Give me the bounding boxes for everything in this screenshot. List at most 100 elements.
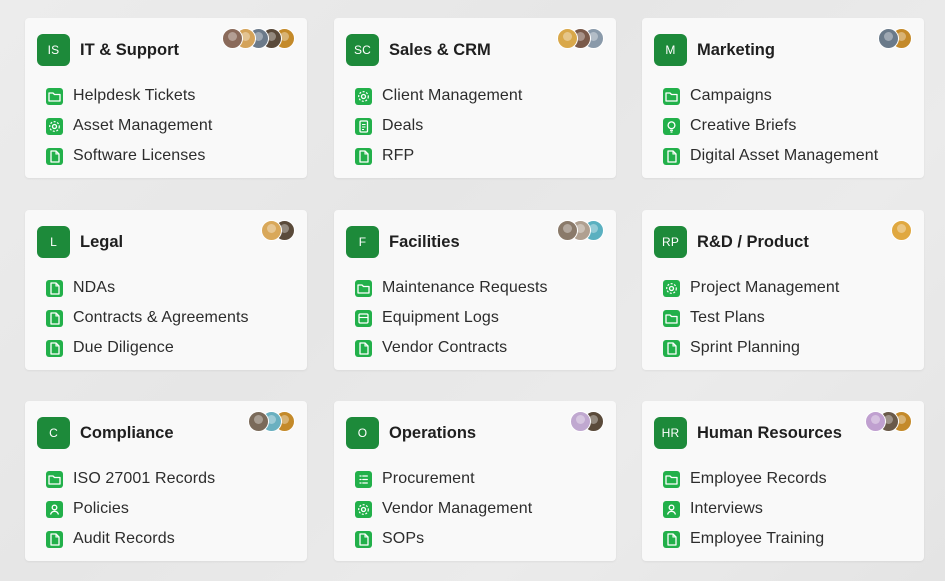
file-icon bbox=[46, 147, 63, 165]
list-icon bbox=[355, 470, 372, 488]
workspace-item-label: Maintenance Requests bbox=[382, 279, 548, 296]
workspace-item[interactable]: Contracts & Agreements bbox=[46, 303, 249, 333]
workspace-item[interactable]: Software Licenses bbox=[46, 141, 212, 171]
workspace-item-list: ISO 27001 Records Policies Audit Records bbox=[46, 464, 215, 554]
card-header: HR Human Resources bbox=[654, 417, 842, 449]
folder-icon bbox=[46, 87, 63, 105]
workspace-item[interactable]: Vendor Management bbox=[355, 494, 532, 524]
workspace-badge: O bbox=[346, 417, 379, 449]
workspace-card[interactable]: IS IT & Support Helpdesk Tickets Asset Mana… bbox=[25, 18, 307, 178]
card-header: M Marketing bbox=[654, 34, 775, 66]
workspace-item[interactable]: Vendor Contracts bbox=[355, 333, 548, 363]
avatar bbox=[248, 411, 269, 432]
workspace-item-label: Due Diligence bbox=[73, 339, 174, 356]
workspace-item[interactable]: Client Management bbox=[355, 81, 522, 111]
workspace-item[interactable]: Sprint Planning bbox=[663, 333, 839, 363]
log-icon bbox=[355, 309, 372, 327]
member-avatars[interactable] bbox=[248, 411, 295, 432]
gear-icon bbox=[355, 87, 372, 105]
workspace-title[interactable]: Operations bbox=[389, 424, 476, 443]
workspace-title[interactable]: Facilities bbox=[389, 233, 460, 252]
workspace-item[interactable]: Deals bbox=[355, 111, 522, 141]
file-icon bbox=[355, 147, 372, 165]
card-header: C Compliance bbox=[37, 417, 174, 449]
workspace-item-label: Procurement bbox=[382, 470, 475, 487]
file-icon bbox=[663, 530, 680, 548]
workspace-badge: RP bbox=[654, 226, 687, 258]
member-avatars[interactable] bbox=[557, 220, 604, 241]
workspace-item[interactable]: Procurement bbox=[355, 464, 532, 494]
member-avatars[interactable] bbox=[570, 411, 604, 432]
workspace-item[interactable]: Digital Asset Management bbox=[663, 141, 878, 171]
workspace-item[interactable]: NDAs bbox=[46, 273, 249, 303]
workspace-item[interactable]: Maintenance Requests bbox=[355, 273, 548, 303]
workspace-item[interactable]: SOPs bbox=[355, 524, 532, 554]
workspace-card[interactable]: HR Human Resources Employee Records Intervi… bbox=[642, 401, 924, 561]
workspace-title[interactable]: IT & Support bbox=[80, 41, 179, 60]
workspace-item-label: Sprint Planning bbox=[690, 339, 801, 356]
workspace-title[interactable]: Compliance bbox=[80, 424, 174, 443]
workspace-title[interactable]: Human Resources bbox=[697, 424, 842, 443]
workspace-item[interactable]: Interviews bbox=[663, 494, 827, 524]
workspace-title[interactable]: Legal bbox=[80, 233, 123, 252]
member-avatars[interactable] bbox=[261, 220, 295, 241]
workspace-item-label: Project Management bbox=[690, 279, 840, 296]
workspace-item[interactable]: Employee Records bbox=[663, 464, 827, 494]
member-avatars[interactable] bbox=[878, 28, 912, 49]
workspace-item-label: Vendor Contracts bbox=[382, 339, 508, 356]
member-avatars[interactable] bbox=[222, 28, 295, 49]
workspace-item[interactable]: Employee Training bbox=[663, 524, 827, 554]
member-avatars[interactable] bbox=[865, 411, 912, 432]
workspace-item[interactable]: Equipment Logs bbox=[355, 303, 548, 333]
workspace-item[interactable]: Policies bbox=[46, 494, 215, 524]
workspace-card[interactable]: C Compliance ISO 27001 Records Policies Audi… bbox=[25, 401, 307, 561]
workspace-card[interactable]: M Marketing Campaigns Creative Briefs Digita… bbox=[642, 18, 924, 178]
avatar bbox=[891, 220, 912, 241]
member-avatars[interactable] bbox=[557, 28, 604, 49]
workspace-item-list: Procurement Vendor Management SOPs bbox=[355, 464, 532, 554]
workspace-item[interactable]: Asset Management bbox=[46, 111, 212, 141]
workspace-item-list: NDAs Contracts & Agreements Due Diligence bbox=[46, 273, 249, 363]
workspace-card[interactable]: SC Sales & CRM Client Management Deals RFP bbox=[334, 18, 616, 178]
file-icon bbox=[46, 339, 63, 357]
workspace-item[interactable]: ISO 27001 Records bbox=[46, 464, 215, 494]
workspace-item-label: ISO 27001 Records bbox=[73, 470, 216, 487]
workspace-item-label: Policies bbox=[73, 500, 129, 517]
workspace-item[interactable]: Creative Briefs bbox=[663, 111, 878, 141]
workspace-item[interactable]: Due Diligence bbox=[46, 333, 249, 363]
workspace-item-label: Equipment Logs bbox=[382, 309, 500, 326]
workspace-card[interactable]: F Facilities Maintenance Requests Equipment… bbox=[334, 210, 616, 370]
workspace-item[interactable]: Test Plans bbox=[663, 303, 839, 333]
file-icon bbox=[46, 530, 63, 548]
workspace-item[interactable]: Project Management bbox=[663, 273, 839, 303]
avatar bbox=[570, 411, 591, 432]
workspace-item[interactable]: Helpdesk Tickets bbox=[46, 81, 212, 111]
workspace-badge: IS bbox=[37, 34, 70, 66]
file-icon bbox=[46, 309, 63, 327]
workspace-item-label: Helpdesk Tickets bbox=[73, 87, 196, 104]
document-icon bbox=[355, 117, 372, 135]
workspace-item[interactable]: Audit Records bbox=[46, 524, 215, 554]
avatar bbox=[261, 220, 282, 241]
avatar bbox=[865, 411, 886, 432]
workspace-item[interactable]: RFP bbox=[355, 141, 522, 171]
workspace-title[interactable]: Sales & CRM bbox=[389, 41, 491, 60]
workspace-card[interactable]: O Operations Procurement Vendor Management S… bbox=[334, 401, 616, 561]
workspace-item[interactable]: Campaigns bbox=[663, 81, 878, 111]
workspace-title[interactable]: R&D / Product bbox=[697, 233, 809, 252]
workspace-item-label: Vendor Management bbox=[382, 500, 533, 517]
card-header: L Legal bbox=[37, 226, 123, 258]
workspace-item-label: Creative Briefs bbox=[690, 117, 797, 134]
workspace-badge: F bbox=[346, 226, 379, 258]
folder-icon bbox=[663, 309, 680, 327]
gear-icon bbox=[663, 279, 680, 297]
member-avatars[interactable] bbox=[891, 220, 912, 241]
workspace-item-label: Employee Records bbox=[690, 470, 827, 487]
avatar bbox=[557, 220, 578, 241]
workspace-title[interactable]: Marketing bbox=[697, 41, 775, 60]
workspace-card[interactable]: L Legal NDAs Contracts & Agreements Due Dili… bbox=[25, 210, 307, 370]
workspace-card[interactable]: RP R&D / Product Project Management Test Pl… bbox=[642, 210, 924, 370]
workspace-item-label: Software Licenses bbox=[73, 147, 206, 164]
workspace-badge: M bbox=[654, 34, 687, 66]
gear-icon bbox=[46, 117, 63, 135]
